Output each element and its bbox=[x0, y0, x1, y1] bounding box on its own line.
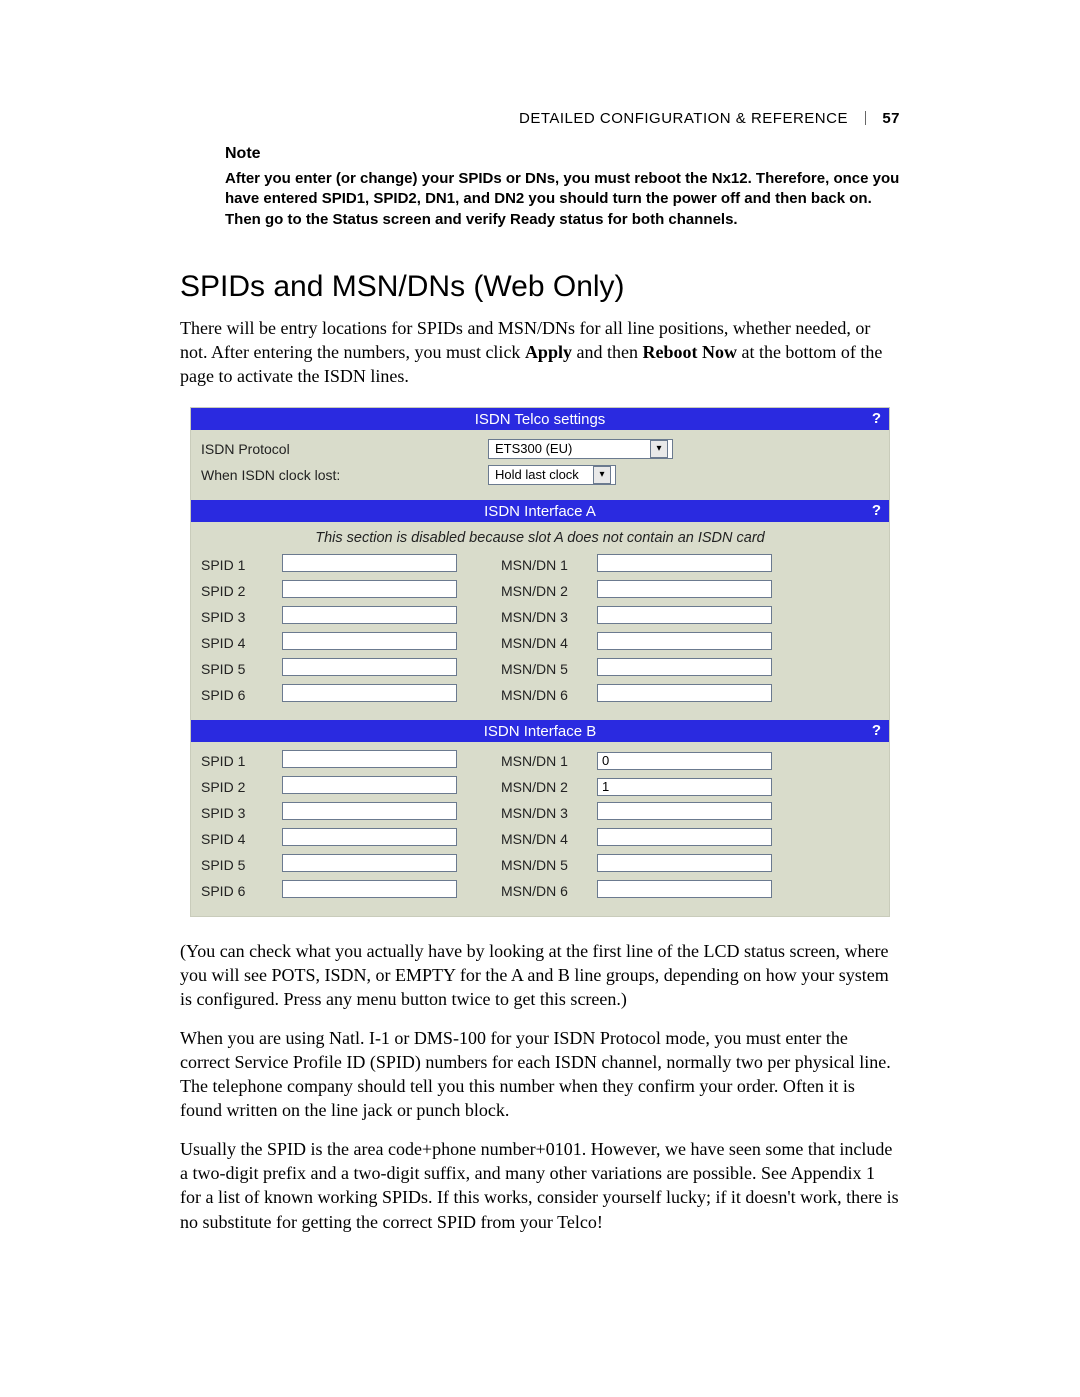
spid-row: SPID 1 MSN/DN 1 bbox=[201, 552, 879, 578]
spid-label: SPID 2 bbox=[201, 779, 276, 795]
msn-input[interactable] bbox=[597, 632, 772, 650]
help-icon[interactable]: ? bbox=[872, 722, 881, 739]
spid-row: SPID 4 MSN/DN 4 bbox=[201, 826, 879, 852]
spid-input[interactable] bbox=[282, 828, 457, 846]
spid-input[interactable] bbox=[282, 632, 457, 650]
iface-a-title: ISDN Interface A bbox=[484, 503, 596, 520]
spid-label: SPID 2 bbox=[201, 583, 276, 599]
spid-input[interactable] bbox=[282, 880, 457, 898]
spid-row: SPID 3 MSN/DN 3 bbox=[201, 604, 879, 630]
msn-input[interactable] bbox=[597, 802, 772, 820]
msn-label: MSN/DN 5 bbox=[501, 857, 591, 873]
spid-input[interactable] bbox=[282, 854, 457, 872]
msn-label: MSN/DN 1 bbox=[501, 557, 591, 573]
spid-input[interactable] bbox=[282, 802, 457, 820]
msn-input[interactable] bbox=[597, 580, 772, 598]
chevron-down-icon: ▾ bbox=[593, 466, 611, 484]
spid-label: SPID 1 bbox=[201, 557, 276, 573]
msn-label: MSN/DN 6 bbox=[501, 883, 591, 899]
iface-b-title: ISDN Interface B bbox=[484, 723, 597, 740]
spid-label: SPID 4 bbox=[201, 831, 276, 847]
intro-paragraph: There will be entry locations for SPIDs … bbox=[180, 316, 900, 389]
spid-row: SPID 6 MSN/DN 6 bbox=[201, 878, 879, 904]
page-header: DETAILED CONFIGURATION & REFERENCE 57 bbox=[180, 110, 900, 127]
spid-input[interactable] bbox=[282, 684, 457, 702]
msn-label: MSN/DN 2 bbox=[501, 583, 591, 599]
msn-input[interactable] bbox=[597, 554, 772, 572]
spid-label: SPID 1 bbox=[201, 753, 276, 769]
spid-row: SPID 4 MSN/DN 4 bbox=[201, 630, 879, 656]
paragraph-natl: When you are using Natl. I-1 or DMS-100 … bbox=[180, 1026, 900, 1123]
header-separator bbox=[865, 111, 866, 125]
iface-b-body: SPID 1 MSN/DN 1 0 SPID 2 MSN/DN 2 1 SPID 3 MSN/… bbox=[191, 742, 889, 916]
msn-input[interactable]: 0 bbox=[597, 752, 772, 770]
help-icon[interactable]: ? bbox=[872, 502, 881, 519]
spid-row: SPID 2 MSN/DN 2 1 bbox=[201, 774, 879, 800]
telco-title: ISDN Telco settings bbox=[475, 411, 606, 428]
spid-row: SPID 6 MSN/DN 6 bbox=[201, 682, 879, 708]
spid-label: SPID 4 bbox=[201, 635, 276, 651]
clock-lost-label: When ISDN clock lost: bbox=[201, 467, 406, 483]
spid-label: SPID 5 bbox=[201, 857, 276, 873]
msn-input[interactable] bbox=[597, 684, 772, 702]
msn-label: MSN/DN 1 bbox=[501, 753, 591, 769]
spid-input[interactable] bbox=[282, 554, 457, 572]
section-title: SPIDs and MSN/DNs (Web Only) bbox=[180, 270, 900, 304]
spid-label: SPID 3 bbox=[201, 805, 276, 821]
spid-label: SPID 5 bbox=[201, 661, 276, 677]
msn-label: MSN/DN 5 bbox=[501, 661, 591, 677]
note-heading: Note bbox=[225, 145, 900, 163]
intro-reboot: Reboot Now bbox=[642, 342, 737, 362]
msn-input[interactable] bbox=[597, 828, 772, 846]
spid-label: SPID 6 bbox=[201, 687, 276, 703]
msn-input[interactable] bbox=[597, 854, 772, 872]
msn-input[interactable]: 1 bbox=[597, 778, 772, 796]
msn-label: MSN/DN 6 bbox=[501, 687, 591, 703]
iface-a-body: This section is disabled because slot A … bbox=[191, 522, 889, 720]
isdn-protocol-select[interactable]: ETS300 (EU) ▾ bbox=[488, 439, 673, 459]
spid-input[interactable] bbox=[282, 580, 457, 598]
msn-input[interactable] bbox=[597, 880, 772, 898]
msn-label: MSN/DN 3 bbox=[501, 805, 591, 821]
iface-a-disabled-msg: This section is disabled because slot A … bbox=[201, 528, 879, 552]
spid-row: SPID 2 MSN/DN 2 bbox=[201, 578, 879, 604]
clock-lost-value: Hold last clock bbox=[495, 467, 579, 482]
spid-row: SPID 5 MSN/DN 5 bbox=[201, 656, 879, 682]
telco-body: ISDN Protocol ETS300 (EU) ▾ When ISDN cl… bbox=[191, 430, 889, 500]
help-icon[interactable]: ? bbox=[872, 410, 881, 427]
msn-input[interactable] bbox=[597, 658, 772, 676]
msn-label: MSN/DN 3 bbox=[501, 609, 591, 625]
msn-label: MSN/DN 4 bbox=[501, 831, 591, 847]
iface-b-header: ISDN Interface B ? bbox=[191, 720, 889, 742]
isdn-settings-panel: ISDN Telco settings ? ISDN Protocol ETS3… bbox=[190, 407, 890, 917]
msn-label: MSN/DN 2 bbox=[501, 779, 591, 795]
intro-apply: Apply bbox=[525, 342, 572, 362]
isdn-protocol-value: ETS300 (EU) bbox=[495, 441, 572, 456]
header-title: DETAILED CONFIGURATION & REFERENCE bbox=[519, 110, 848, 127]
intro-mid: and then bbox=[572, 342, 642, 362]
paragraph-usually: Usually the SPID is the area code+phone … bbox=[180, 1137, 900, 1234]
msn-input[interactable] bbox=[597, 606, 772, 624]
spid-input[interactable] bbox=[282, 776, 457, 794]
spid-label: SPID 6 bbox=[201, 883, 276, 899]
spid-input[interactable] bbox=[282, 750, 457, 768]
note-body: After you enter (or change) your SPIDs o… bbox=[225, 169, 900, 230]
paragraph-lcd: (You can check what you actually have by… bbox=[180, 939, 900, 1012]
spid-row: SPID 1 MSN/DN 1 0 bbox=[201, 748, 879, 774]
spid-row: SPID 5 MSN/DN 5 bbox=[201, 852, 879, 878]
spid-input[interactable] bbox=[282, 658, 457, 676]
isdn-protocol-label: ISDN Protocol bbox=[201, 441, 406, 457]
spid-row: SPID 3 MSN/DN 3 bbox=[201, 800, 879, 826]
chevron-down-icon: ▾ bbox=[650, 440, 668, 458]
msn-label: MSN/DN 4 bbox=[501, 635, 591, 651]
spid-input[interactable] bbox=[282, 606, 457, 624]
clock-lost-select[interactable]: Hold last clock ▾ bbox=[488, 465, 616, 485]
spid-label: SPID 3 bbox=[201, 609, 276, 625]
telco-header: ISDN Telco settings ? bbox=[191, 408, 889, 430]
iface-a-header: ISDN Interface A ? bbox=[191, 500, 889, 522]
page-number: 57 bbox=[882, 110, 900, 127]
